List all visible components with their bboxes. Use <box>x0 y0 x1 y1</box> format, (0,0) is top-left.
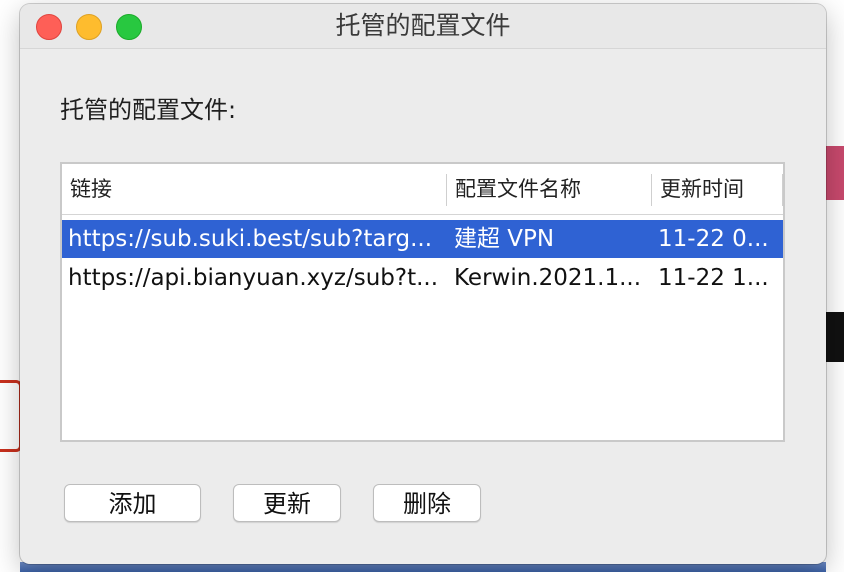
window-title: 托管的配置文件 <box>335 11 511 40</box>
column-divider <box>782 174 783 206</box>
background-window-fragment <box>826 146 844 200</box>
cell-profile-name: Kerwin.2021.1... <box>454 265 642 291</box>
section-label: 托管的配置文件: <box>60 96 237 124</box>
cell-link: https://api.bianyuan.xyz/sub?t... <box>68 265 439 291</box>
managed-profiles-dialog: 托管的配置文件 托管的配置文件: 链接 配置文件名称 更新时间 https://… <box>20 4 826 564</box>
title-bar: 托管的配置文件 <box>20 4 826 49</box>
update-button[interactable]: 更新 <box>233 484 341 522</box>
column-header-updated-time[interactable]: 更新时间 <box>652 164 782 214</box>
cell-updated-time: 11-22 1... <box>658 265 769 291</box>
cell-profile-name: 建超 VPN <box>454 226 555 252</box>
background-window-fragment <box>0 380 22 452</box>
column-header-link[interactable]: 链接 <box>62 164 446 214</box>
column-header-profile-name[interactable]: 配置文件名称 <box>447 164 651 214</box>
profiles-table: 链接 配置文件名称 更新时间 https://sub.suki.best/sub… <box>60 162 785 442</box>
delete-button[interactable]: 删除 <box>373 484 481 522</box>
add-button[interactable]: 添加 <box>64 484 201 522</box>
cell-updated-time: 11-22 0... <box>658 226 769 252</box>
background-window-fragment <box>826 312 844 362</box>
cell-link: https://sub.suki.best/sub?targ... <box>68 226 433 252</box>
table-header: 链接 配置文件名称 更新时间 <box>62 164 783 215</box>
table-row[interactable]: https://api.bianyuan.xyz/sub?t... Kerwin… <box>62 259 783 297</box>
table-row[interactable]: https://sub.suki.best/sub?targ... 建超 VPN… <box>62 220 783 258</box>
